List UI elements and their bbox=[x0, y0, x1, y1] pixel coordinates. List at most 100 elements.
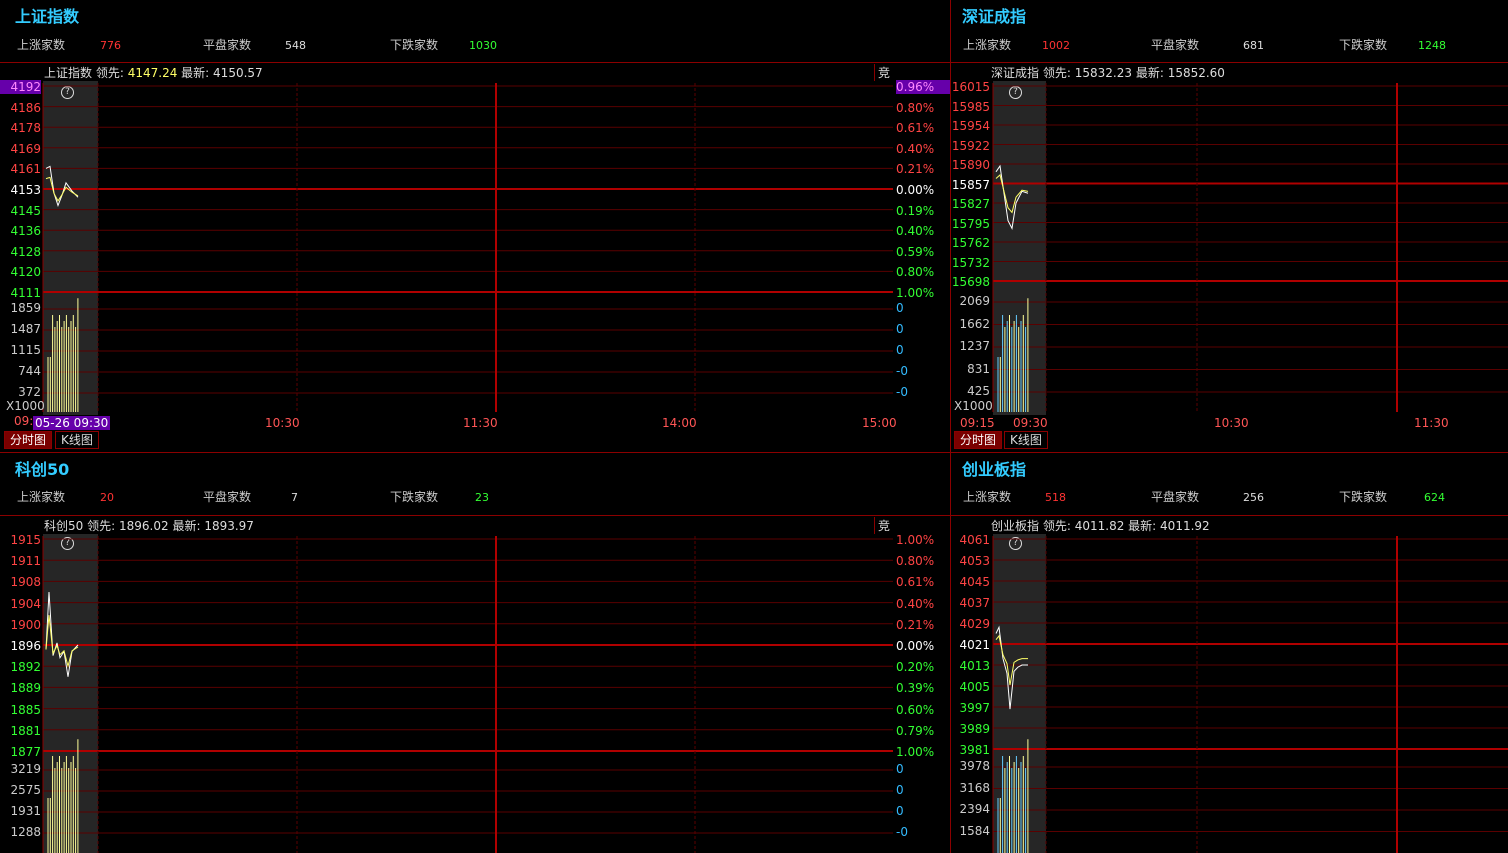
time-label: 11:30 bbox=[463, 416, 498, 430]
price-tick: 1877 bbox=[10, 745, 41, 759]
volume-right-tick: -0 bbox=[896, 364, 908, 378]
panel-star50: 科创50 上涨家数 20 平盘家数 7 下跌家数 23 ? 科创50 领先: 1896… bbox=[0, 453, 950, 853]
price-tick: 15762 bbox=[951, 236, 990, 250]
price-tick: 4061 bbox=[959, 533, 990, 547]
price-tick: 16015 bbox=[951, 80, 990, 94]
panel-splitter-horizontal[interactable] bbox=[0, 452, 1508, 453]
price-tick: 4145 bbox=[10, 203, 41, 218]
time-label: 09:15 bbox=[960, 416, 995, 430]
volume-tick: 425 bbox=[967, 384, 990, 398]
volume-tick: 3978 bbox=[959, 759, 990, 773]
volume-right-tick: -0 bbox=[896, 385, 908, 399]
time-label: 10:30 bbox=[265, 416, 300, 430]
price-line bbox=[995, 625, 1028, 710]
percent-tick: 0.79% bbox=[896, 723, 935, 738]
price-tick: 4037 bbox=[959, 596, 990, 610]
percent-tick: 0.80% bbox=[896, 265, 935, 280]
price-tick: 15985 bbox=[951, 99, 990, 114]
percent-tick: 0.80% bbox=[896, 554, 935, 569]
percent-tick: 1.00% bbox=[896, 533, 935, 547]
price-tick: 1896 bbox=[10, 639, 41, 653]
price-line bbox=[45, 165, 79, 207]
price-tick: 15922 bbox=[951, 138, 990, 153]
percent-tick: 1.00% bbox=[896, 745, 935, 759]
volume-right-tick: 0 bbox=[896, 343, 904, 357]
time-label: 14:00 bbox=[662, 416, 697, 430]
percent-tick: 0.19% bbox=[896, 203, 935, 218]
volume-tick: 3219 bbox=[10, 762, 41, 776]
price-tick: 4120 bbox=[10, 265, 41, 280]
volume-unit: X1000 bbox=[954, 399, 993, 413]
tab-kline[interactable]: K线图 bbox=[1004, 431, 1048, 449]
price-tick: 3989 bbox=[959, 722, 990, 736]
panel-splitter-vertical[interactable] bbox=[950, 0, 951, 853]
volume-tick: 744 bbox=[18, 364, 41, 378]
volume-right-tick: 0 bbox=[896, 783, 904, 797]
volume-tick: 1487 bbox=[10, 322, 41, 336]
percent-tick: 0.60% bbox=[896, 702, 935, 717]
volume-tick: 1584 bbox=[959, 823, 990, 838]
price-tick: 1904 bbox=[10, 596, 41, 611]
volume-right-tick: 0 bbox=[896, 322, 904, 336]
price-line bbox=[995, 164, 1029, 230]
intraday-chart bbox=[992, 536, 1508, 853]
intraday-chart bbox=[42, 536, 893, 853]
volume-unit: X1000 bbox=[6, 399, 45, 413]
price-tick: 1889 bbox=[10, 681, 41, 696]
percent-tick: 0.20% bbox=[896, 660, 935, 675]
volume-tick: 1859 bbox=[10, 301, 41, 315]
panel-sz-index: 深证成指 上涨家数 1002 平盘家数 681 下跌家数 1248 ? 深证成指 领先… bbox=[951, 0, 1508, 452]
percent-tick: 0.39% bbox=[896, 681, 935, 696]
intraday-chart bbox=[42, 83, 893, 412]
volume-right-tick: 0 bbox=[896, 301, 904, 315]
price-tick: 4053 bbox=[959, 554, 990, 568]
price-tick: 1900 bbox=[10, 617, 41, 632]
time-label-cut: 09: bbox=[14, 414, 34, 428]
tab-intraday[interactable]: 分时图 bbox=[4, 431, 53, 449]
volume-tick: 3168 bbox=[959, 780, 990, 795]
volume-tick: 1115 bbox=[10, 343, 41, 357]
price-tick: 1881 bbox=[10, 723, 41, 738]
volume-tick: 831 bbox=[967, 361, 990, 376]
price-tick: 4045 bbox=[959, 575, 990, 589]
price-tick: 4029 bbox=[959, 617, 990, 631]
price-tick: 4005 bbox=[959, 680, 990, 694]
price-tick: 4169 bbox=[10, 141, 41, 156]
percent-tick: 0.59% bbox=[896, 244, 935, 259]
time-label: 11:30 bbox=[1414, 416, 1449, 430]
price-tick: 15795 bbox=[951, 216, 990, 231]
time-label: 09:30 bbox=[1013, 416, 1048, 430]
price-tick: 3981 bbox=[959, 743, 990, 757]
price-tick: 4192 bbox=[0, 80, 41, 94]
percent-tick: 1.00% bbox=[896, 286, 935, 300]
percent-tick: 0.21% bbox=[896, 617, 935, 632]
price-tick: 1908 bbox=[10, 575, 41, 590]
price-tick: 4128 bbox=[10, 244, 41, 259]
percent-tick: 0.40% bbox=[896, 596, 935, 611]
percent-tick: 0.40% bbox=[896, 141, 935, 156]
price-tick: 4021 bbox=[959, 638, 990, 652]
volume-tick: 372 bbox=[18, 385, 41, 399]
price-tick: 4013 bbox=[959, 659, 990, 673]
volume-tick: 2575 bbox=[10, 783, 41, 797]
tab-intraday[interactable]: 分时图 bbox=[954, 431, 1003, 449]
price-tick: 4153 bbox=[10, 183, 41, 197]
tab-kline[interactable]: K线图 bbox=[55, 431, 99, 449]
price-tick: 1915 bbox=[10, 533, 41, 547]
price-tick: 1911 bbox=[10, 554, 41, 569]
intraday-chart bbox=[992, 83, 1508, 412]
price-tick: 15954 bbox=[951, 119, 990, 133]
time-label: 10:30 bbox=[1214, 416, 1249, 430]
volume-tick: 1288 bbox=[10, 825, 41, 839]
price-tick: 15857 bbox=[951, 177, 990, 192]
price-tick: 1885 bbox=[10, 702, 41, 717]
percent-tick: 0.21% bbox=[896, 162, 935, 177]
percent-tick: 0.00% bbox=[896, 639, 935, 653]
volume-right-tick: -0 bbox=[896, 825, 908, 839]
price-tick: 15827 bbox=[951, 197, 990, 211]
percent-tick: 0.40% bbox=[896, 224, 935, 239]
price-tick: 15732 bbox=[951, 255, 990, 270]
price-tick: 15890 bbox=[951, 158, 990, 172]
volume-tick: 1931 bbox=[10, 804, 41, 818]
price-tick: 4186 bbox=[10, 100, 41, 115]
